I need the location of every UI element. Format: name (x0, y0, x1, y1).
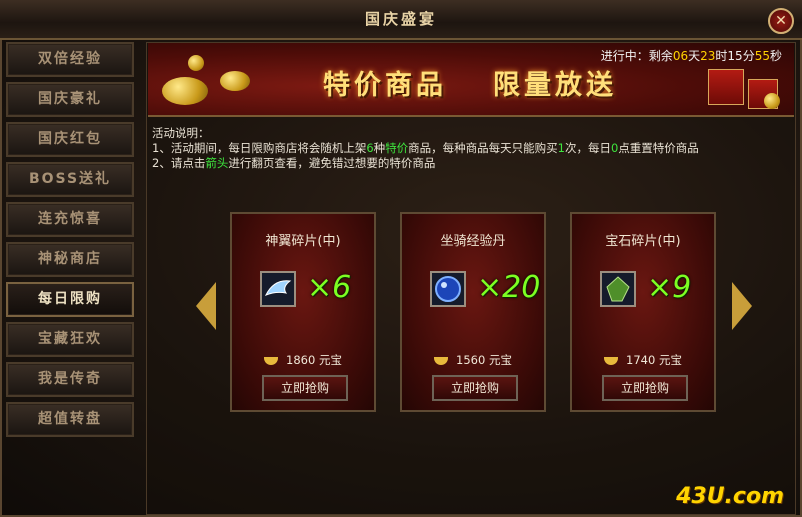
gold-ingot-decoration (220, 71, 250, 91)
product-quantity: ×20 (477, 270, 541, 305)
desc-text: 种 (373, 141, 386, 155)
product-name: 宝石碎片(中) (605, 234, 681, 249)
buy-now-button[interactable]: 立即抢购 (602, 375, 688, 401)
description-line-1: 1、活动期间，每日限购商店将会随机上架6种特价商品，每种商品每天只能购买1次，每… (152, 141, 699, 156)
sidebar-item-boss-gift[interactable]: BOSS送礼 (6, 162, 134, 197)
price-currency: 元宝 (488, 353, 512, 367)
product-price: 1860 元宝 (232, 352, 374, 368)
buy-now-button[interactable]: 立即抢购 (262, 375, 348, 401)
gold-coin-decoration (764, 93, 780, 109)
product-quantity: ×6 (307, 270, 352, 305)
desc-highlight: 6 (366, 141, 374, 155)
promo-banner: 特价商品 限量放送 进行中：剩余06天23时15分55秒 (148, 43, 794, 117)
desc-text: 进行翻页查看，避免错过想要的特价商品 (228, 156, 436, 170)
product-quantity: ×9 (647, 270, 692, 305)
countdown-seconds-unit: 秒 (769, 49, 782, 63)
gift-box-decoration (708, 69, 744, 105)
sidebar: 双倍经验 国庆豪礼 国庆红包 BOSS送礼 连充惊喜 神秘商店 每日限购 宝藏狂… (6, 42, 134, 442)
countdown-minutes-unit: 分 (742, 49, 755, 63)
product-price: 1560 元宝 (402, 352, 544, 368)
price-currency: 元宝 (658, 353, 682, 367)
countdown-seconds: 55 (754, 49, 770, 63)
countdown-days-unit: 天 (688, 49, 701, 63)
product-card: 神翼碎片(中) ×6 1860 元宝 立即抢购 (230, 212, 376, 412)
window-title: 国庆盛宴 (364, 10, 437, 28)
product-card: 坐骑经验丹 ×20 1560 元宝 立即抢购 (400, 212, 546, 412)
product-card: 宝石碎片(中) ×9 1740 元宝 立即抢购 (570, 212, 716, 412)
banner-text-special-goods: 特价商品 (323, 70, 447, 101)
ingot-icon (434, 356, 449, 365)
close-icon[interactable]: ✕ (768, 8, 794, 34)
gold-coin-decoration (188, 55, 204, 71)
description-title: 活动说明： (152, 126, 210, 140)
countdown-hours-unit: 时 (715, 49, 728, 63)
title-bar: 国庆盛宴 ✕ (0, 0, 802, 40)
sidebar-item-lucky-wheel[interactable]: 超值转盘 (6, 402, 134, 437)
product-price: 1740 元宝 (572, 352, 714, 368)
mount-exp-pill-icon[interactable] (430, 271, 466, 307)
desc-text: 商品，每种商品每天只能购买 (408, 141, 558, 155)
price-value: 1860 (286, 353, 316, 367)
sidebar-item-recharge-surprise[interactable]: 连充惊喜 (6, 202, 134, 237)
sidebar-item-daily-limit[interactable]: 每日限购 (6, 282, 134, 317)
product-name: 坐骑经验丹 (440, 234, 506, 249)
ingot-icon (264, 356, 279, 365)
desc-text: 1、活动期间，每日限购商店将会随机上架 (152, 141, 367, 155)
gold-ingot-decoration (162, 77, 208, 105)
desc-highlight: 1 (557, 141, 565, 155)
banner-text-limited-release: 限量放送 (493, 70, 617, 101)
desc-highlight: 特价 (385, 141, 409, 155)
arrow-left-icon[interactable] (196, 282, 216, 330)
sidebar-item-mystery-shop[interactable]: 神秘商店 (6, 242, 134, 277)
gem-fragment-icon[interactable] (600, 271, 636, 307)
product-name: 神翼碎片(中) (265, 234, 341, 249)
countdown-prefix: 进行中：剩余 (600, 49, 673, 63)
wing-fragment-icon[interactable] (260, 271, 296, 307)
sidebar-item-treasure-carnival[interactable]: 宝藏狂欢 (6, 322, 134, 357)
description-line-2: 2、请点击箭头进行翻页查看，避免错过想要的特价商品 (152, 156, 699, 171)
price-currency: 元宝 (318, 353, 342, 367)
site-watermark: 43U.com (676, 484, 784, 509)
sidebar-item-legend[interactable]: 我是传奇 (6, 362, 134, 397)
countdown-days: 06 (672, 49, 689, 63)
sidebar-item-double-exp[interactable]: 双倍经验 (6, 42, 134, 77)
countdown-timer: 进行中：剩余06天23时15分55秒 (601, 47, 782, 64)
price-value: 1560 (456, 353, 486, 367)
sidebar-item-red-packet[interactable]: 国庆红包 (6, 122, 134, 157)
desc-highlight: 箭头 (205, 156, 229, 170)
arrow-right-icon[interactable] (732, 282, 752, 330)
countdown-minutes: 15 (727, 49, 743, 63)
ingot-icon (604, 356, 619, 365)
price-value: 1740 (626, 353, 656, 367)
sidebar-item-national-gift[interactable]: 国庆豪礼 (6, 82, 134, 117)
buy-now-button[interactable]: 立即抢购 (432, 375, 518, 401)
countdown-hours: 23 (700, 49, 716, 63)
activity-description: 活动说明： 1、活动期间，每日限购商店将会随机上架6种特价商品，每种商品每天只能… (152, 126, 699, 171)
desc-text: 点重置特价商品 (618, 141, 699, 155)
desc-text: 次，每日 (564, 141, 611, 155)
desc-text: 2、请点击 (152, 156, 206, 170)
